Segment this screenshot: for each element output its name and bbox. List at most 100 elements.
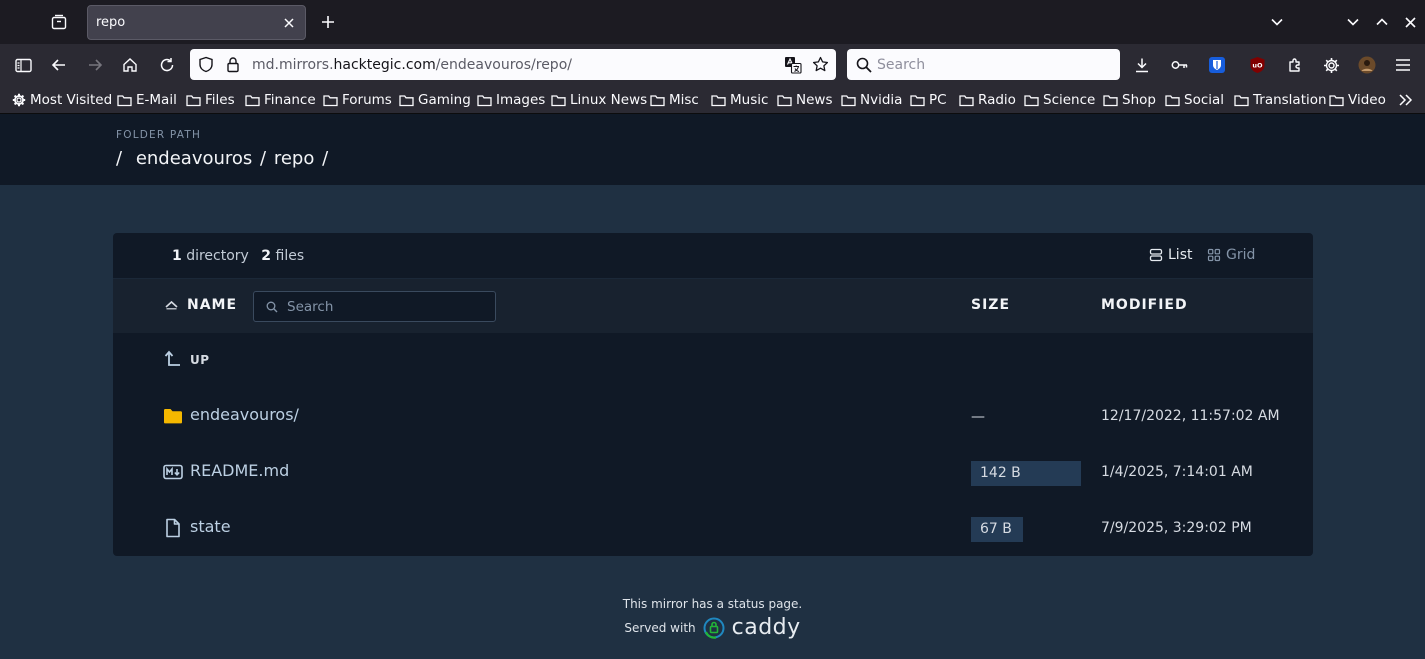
bookmark-folder-finance[interactable]: Finance xyxy=(245,90,316,110)
bookmark-folder-music[interactable]: Music xyxy=(711,90,768,110)
more-bookmarks-button[interactable] xyxy=(1398,90,1414,110)
bookmark-label: Shop xyxy=(1122,92,1156,108)
file-modified: 1/4/2025, 7:14:01 AM xyxy=(1101,464,1253,480)
svg-text:uO: uO xyxy=(1252,62,1263,70)
bookmark-folder-misc[interactable]: Misc xyxy=(650,90,699,110)
list-view-icon xyxy=(1149,248,1163,262)
list-view-label: List xyxy=(1168,247,1193,263)
url-bar[interactable]: md.mirrors.hacktegic.com/endeavouros/rep… xyxy=(190,49,836,80)
caddy-logo-icon[interactable] xyxy=(702,616,726,640)
bookmark-folder-forums[interactable]: Forums xyxy=(323,90,392,110)
sort-by-name-button[interactable]: NAME xyxy=(164,297,237,313)
home-button[interactable] xyxy=(116,51,144,79)
chevron-up-icon xyxy=(1376,18,1388,26)
column-header-name: NAME xyxy=(187,297,238,313)
parent-directory-row[interactable]: UP xyxy=(113,333,1313,388)
reload-button[interactable] xyxy=(153,51,181,79)
ublock-origin-icon: uO xyxy=(1250,57,1264,73)
file-name-link[interactable]: endeavouros/ xyxy=(190,405,299,424)
forward-button[interactable] xyxy=(81,51,109,79)
column-header-size[interactable]: SIZE xyxy=(971,297,1010,313)
folder-outline-icon xyxy=(117,94,132,106)
status-page-text[interactable]: This mirror has a status page. xyxy=(0,597,1425,611)
bookmark-label: Science xyxy=(1043,92,1096,108)
bookmark-star-icon[interactable] xyxy=(812,56,829,73)
served-with-line: Served with caddy xyxy=(624,615,800,640)
bookmark-folder-video[interactable]: Video xyxy=(1329,90,1386,110)
bookmark-folder-gaming[interactable]: Gaming xyxy=(399,90,471,110)
plus-icon xyxy=(322,16,334,28)
tab-bar: repo xyxy=(0,0,1425,44)
tab-repo[interactable]: repo xyxy=(87,5,306,40)
web-search-input[interactable] xyxy=(877,55,1107,75)
list-view-button[interactable]: List xyxy=(1149,247,1192,263)
downloads-button[interactable] xyxy=(1128,51,1156,79)
bookmark-most-visited[interactable]: Most Visited xyxy=(12,90,112,110)
bookmark-label: Forums xyxy=(342,92,392,108)
back-button[interactable] xyxy=(45,51,73,79)
bookmark-label: Linux News xyxy=(570,92,648,108)
filter-input[interactable] xyxy=(287,298,487,316)
folder-outline-icon xyxy=(399,94,414,106)
bookmark-folder-science[interactable]: Science xyxy=(1024,90,1095,110)
bookmark-folder-nvidia[interactable]: Nvidia xyxy=(841,90,902,110)
translate-icon[interactable] xyxy=(784,56,802,74)
bookmark-folder-translation[interactable]: Translation xyxy=(1234,90,1327,110)
breadcrumb-separator: / xyxy=(116,148,123,169)
app-menu-button[interactable] xyxy=(1389,51,1417,79)
breadcrumb-link-repo[interactable]: repo xyxy=(274,148,315,169)
file-size: — xyxy=(971,409,985,425)
table-row[interactable]: endeavouros/ — 12/17/2022, 11:57:02 AM xyxy=(113,388,1313,444)
maximize-button[interactable] xyxy=(1370,10,1394,34)
served-with-label: Served with xyxy=(624,620,696,635)
url-prefix: md.mirrors. xyxy=(252,57,334,73)
bookmark-folder-pc[interactable]: PC xyxy=(910,90,947,110)
bookmark-folder-social[interactable]: Social xyxy=(1165,90,1224,110)
bookmark-folder-email[interactable]: E-Mail xyxy=(117,90,177,110)
arrow-left-icon xyxy=(51,59,65,71)
markdown-icon xyxy=(163,461,183,483)
passwords-button[interactable] xyxy=(1165,51,1193,79)
tab-overview-button[interactable] xyxy=(45,8,73,36)
new-tab-button[interactable] xyxy=(316,10,340,34)
bookmark-folder-images[interactable]: Images xyxy=(477,90,545,110)
file-name-link[interactable]: state xyxy=(190,517,231,536)
table-row[interactable]: state 67 B 7/9/2025, 3:29:02 PM xyxy=(113,500,1313,556)
bookmark-folder-files[interactable]: Files xyxy=(186,90,235,110)
minimize-button[interactable] xyxy=(1341,10,1365,34)
chevron-down-icon xyxy=(1347,18,1359,26)
bookmark-folder-linux-news[interactable]: Linux News xyxy=(551,90,647,110)
directory-word: directory xyxy=(186,248,249,264)
folder-outline-icon xyxy=(551,94,566,106)
url-path: /endeavouros/repo/ xyxy=(435,57,572,73)
file-name-link[interactable]: README.md xyxy=(190,461,289,480)
sidebar-button[interactable] xyxy=(9,51,37,79)
close-window-button[interactable] xyxy=(1398,10,1422,34)
bitwarden-extension-button[interactable] xyxy=(1203,51,1231,79)
bookmark-label: News xyxy=(796,92,833,108)
bookmark-folder-news[interactable]: News xyxy=(777,90,832,110)
table-row[interactable]: README.md 142 B 1/4/2025, 7:14:01 AM xyxy=(113,444,1313,500)
bookmark-label: Misc xyxy=(669,92,699,108)
bookmark-label: Gaming xyxy=(418,92,471,108)
column-header-modified[interactable]: MODIFIED xyxy=(1101,297,1188,313)
ublock-extension-button[interactable]: uO xyxy=(1243,51,1271,79)
breadcrumb-link-endeavouros[interactable]: endeavouros xyxy=(136,148,252,169)
folder-outline-icon xyxy=(777,94,792,106)
bookmark-label: Video xyxy=(1348,92,1386,108)
bookmark-folder-radio[interactable]: Radio xyxy=(959,90,1016,110)
grid-view-button[interactable]: Grid xyxy=(1207,247,1255,263)
list-all-tabs-button[interactable] xyxy=(1265,10,1289,34)
caddy-wordmark[interactable]: caddy xyxy=(732,615,801,640)
close-icon xyxy=(1404,16,1416,28)
bookmark-label: Translation xyxy=(1253,92,1327,108)
breadcrumb: / endeavouros / repo / xyxy=(116,148,330,169)
extensions-button[interactable] xyxy=(1281,51,1309,79)
settings-button[interactable] xyxy=(1317,51,1345,79)
account-button[interactable] xyxy=(1353,51,1381,79)
bookmark-folder-shop[interactable]: Shop xyxy=(1103,90,1156,110)
gear-icon xyxy=(12,93,26,107)
web-search-bar[interactable] xyxy=(847,49,1120,80)
filter-box[interactable] xyxy=(253,291,496,322)
tab-close-button[interactable] xyxy=(279,13,299,33)
